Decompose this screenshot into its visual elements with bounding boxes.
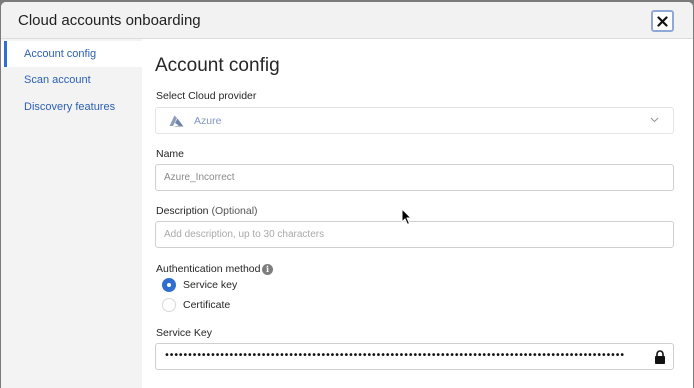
sidebar-item-label: Account config	[24, 48, 97, 60]
description-label: Description (Optional)	[156, 205, 258, 217]
mouse-cursor-icon	[401, 208, 413, 226]
cloud-provider-select[interactable]: Azure	[155, 107, 674, 134]
main-content: Account config Select Cloud provider Azu…	[142, 39, 693, 388]
dialog-title: Cloud accounts onboarding	[18, 12, 201, 29]
description-label-text: Description	[156, 205, 209, 217]
radio-label-service-key: Service key	[183, 279, 238, 291]
radio-service-key[interactable]	[162, 278, 176, 292]
chevron-down-icon	[650, 117, 659, 123]
azure-logo-icon	[169, 115, 184, 127]
onboarding-dialog: Cloud accounts onboarding Account config…	[1, 2, 693, 388]
radio-certificate[interactable]	[162, 298, 176, 312]
page-title: Account config	[155, 55, 280, 76]
service-key-input[interactable]: ••••••••••••••••••••••••••••••••••••••••…	[155, 343, 674, 370]
sidebar-nav: Account config Scan account Discovery fe…	[1, 39, 142, 388]
radio-label-certificate: Certificate	[183, 299, 231, 311]
sidebar-item-account-config[interactable]: Account config	[1, 41, 142, 67]
description-input[interactable]	[155, 221, 674, 248]
close-icon	[657, 15, 668, 27]
auth-option-certificate[interactable]: Certificate	[162, 297, 282, 313]
name-label: Name	[156, 148, 185, 160]
lock-icon[interactable]	[654, 350, 666, 364]
cloud-provider-value: Azure	[194, 115, 222, 127]
service-key-label: Service Key	[156, 327, 213, 339]
dialog-header: Cloud accounts onboarding	[1, 2, 693, 39]
sidebar-item-label: Discovery features	[24, 101, 116, 113]
info-icon[interactable]: i	[262, 264, 273, 275]
auth-method-label: Authentication method	[156, 263, 261, 275]
auth-option-service-key[interactable]: Service key	[162, 277, 282, 293]
close-button[interactable]	[651, 10, 674, 32]
description-optional-text: (Optional)	[211, 205, 258, 217]
sidebar-item-discovery-features[interactable]: Discovery features	[1, 94, 142, 120]
name-input[interactable]	[155, 164, 674, 191]
cloud-provider-label: Select Cloud provider	[156, 90, 257, 102]
service-key-masked-value: ••••••••••••••••••••••••••••••••••••••••…	[164, 350, 625, 361]
sidebar-item-scan-account[interactable]: Scan account	[1, 67, 142, 93]
sidebar-item-label: Scan account	[24, 74, 91, 86]
